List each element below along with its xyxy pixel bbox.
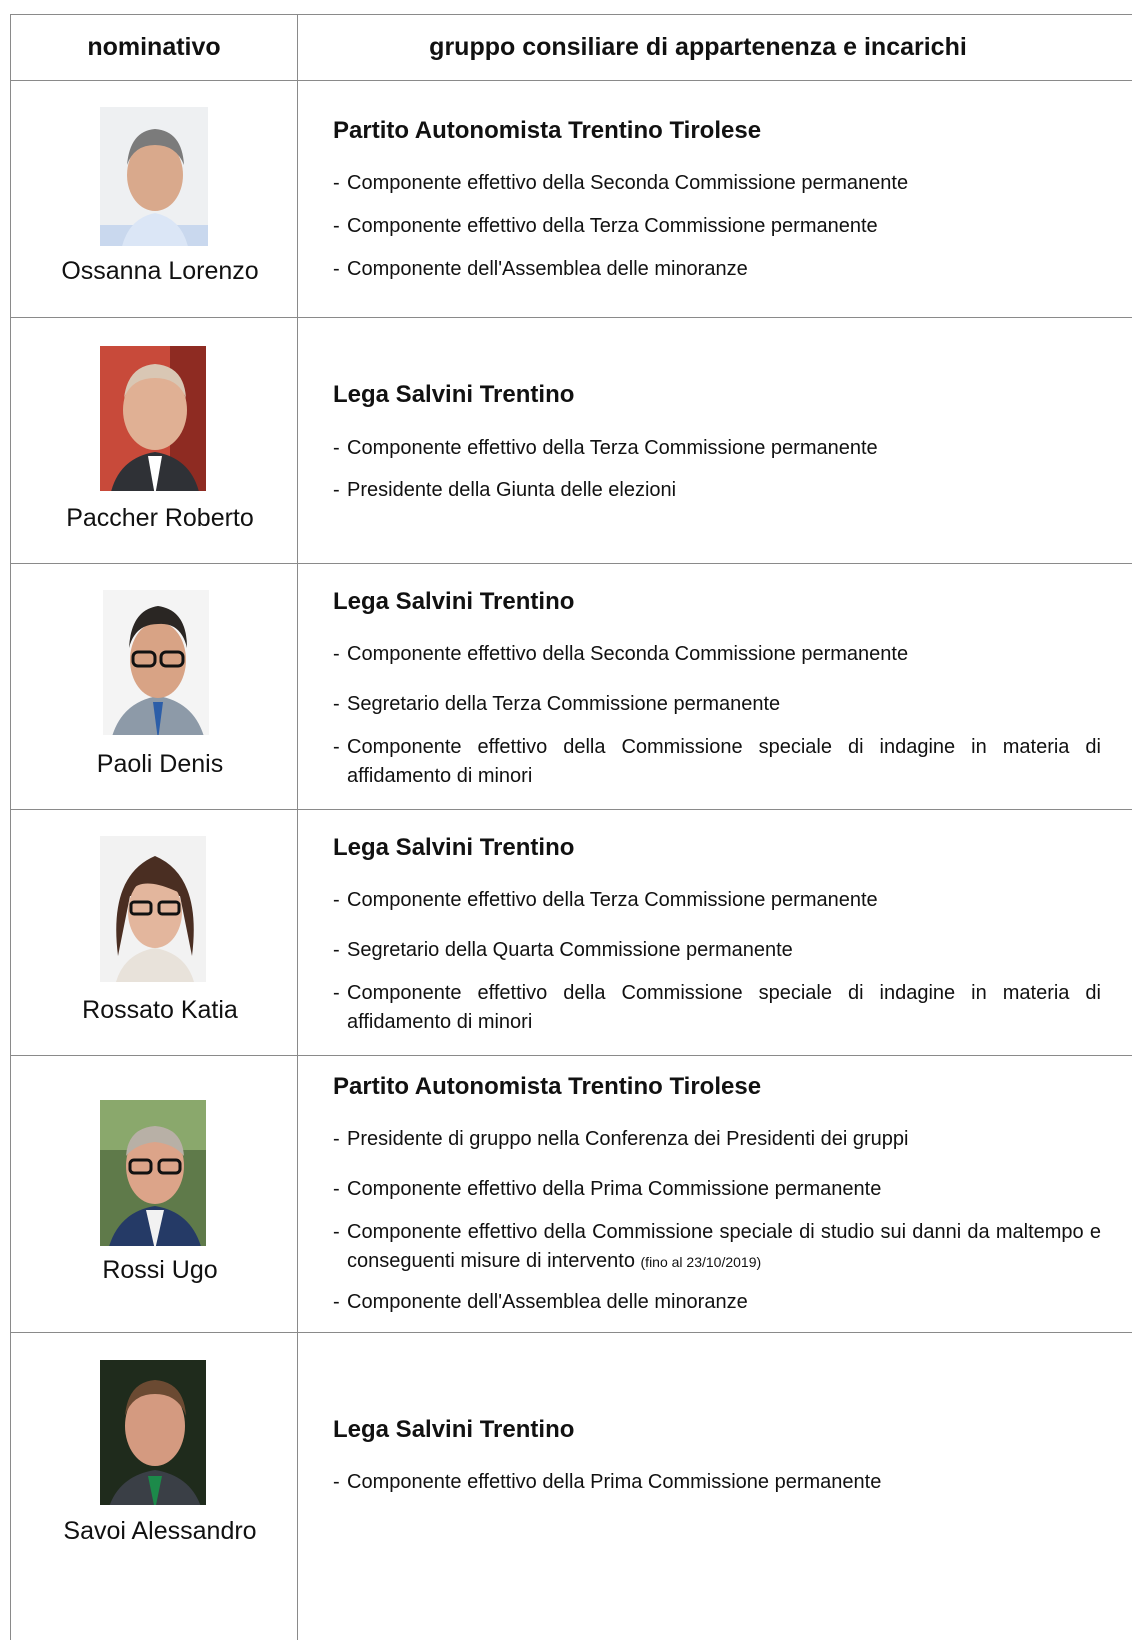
party-name: Partito Autonomista Trentino Tirolese [333,1073,762,1100]
appointments-cell: Partito Autonomista Trentino Tirolese -P… [333,1056,1101,1332]
date-note: (fino al 23/10/2019) [640,1254,762,1270]
appointments-cell: Partito Autonomista Trentino Tirolese -C… [333,81,1101,317]
table-row: Paccher Roberto [11,318,309,563]
appointment-item: - Componente dell'Assemblea delle minoran… [333,258,748,280]
councillor-name: Paccher Roberto [66,504,254,532]
appointment-item: - Componente effettivo della Commissione … [333,982,1101,1033]
table-row: Paoli Denis [11,564,309,809]
appointments-cell: Lega Salvini Trentino - Componente effett… [333,1333,1101,1640]
appointment-item: - Componente effettivo della Seconda Comm… [333,172,909,194]
table-row: Ossanna Lorenzo [11,81,309,317]
councillor-name: Savoi Alessandro [63,1517,257,1545]
table-row: Savoi Alessandro [11,1333,309,1640]
appointment-item: - Presidente della Giunta delle elezioni [333,479,677,501]
councillor-name: Rossato Katia [82,996,238,1024]
councillor-name: Ossanna Lorenzo [61,257,259,285]
councillors-table: nominativo gruppo consiliare di apparten… [10,14,1132,1640]
portrait-photo [100,346,206,491]
appointment-item: - Presidente di gruppo nella Conferenza d… [333,1128,909,1150]
appointment-item: - Componente effettivo della Commissione … [333,1221,1101,1272]
councillor-name: Paoli Denis [96,750,224,778]
appointments-cell: Lega Salvini Trentino - Componente effett… [333,318,1101,563]
portrait-photo [103,590,209,735]
appointments-cell: Lega Salvini Trentino - Componente effett… [333,564,1101,809]
appointment-item: - Componente effettivo della Seconda Comm… [333,643,909,665]
appointment-item: - Segretario della Quarta Commissione per… [333,939,793,961]
portrait-photo [100,836,206,982]
table-row: Rossato Katia [11,810,309,1055]
appointment-item: - Componente effettivo della Commissione … [333,736,1101,787]
header-nominativo: nominativo [87,33,221,61]
appointment-item: - Componente effettivo della Prima Commis… [333,1178,882,1200]
appointment-item: - Componente effettivo della Terza Commis… [333,889,878,911]
appointments-cell: Lega Salvini Trentino - Componente effett… [333,810,1101,1055]
appointment-item: - Componente dell'Assemblea delle minoran… [333,1291,748,1313]
table-row: Rossi Ugo [11,1056,309,1332]
portrait-photo [100,1360,206,1505]
party-name: Lega Salvini Trentino [333,834,575,861]
party-name: Partito Autonomista Trentino Tirolese [333,117,762,144]
appointment-item: - Componente effettivo della Prima Commis… [333,1471,882,1493]
party-name: Lega Salvini Trentino [333,1416,575,1443]
appointment-item: - Componente effettivo della Terza Commis… [333,215,878,237]
header-gruppo: gruppo consiliare di appartenenza e inca… [429,33,967,61]
appointment-item: - Componente effettivo della Terza Commis… [333,437,878,459]
portrait-photo [100,107,208,246]
portrait-photo [100,1100,206,1246]
party-name: Lega Salvini Trentino [333,588,575,615]
appointment-item: - Segretario della Terza Commissione perm… [333,693,781,715]
councillor-name: Rossi Ugo [102,1256,218,1284]
party-name: Lega Salvini Trentino [333,381,575,408]
